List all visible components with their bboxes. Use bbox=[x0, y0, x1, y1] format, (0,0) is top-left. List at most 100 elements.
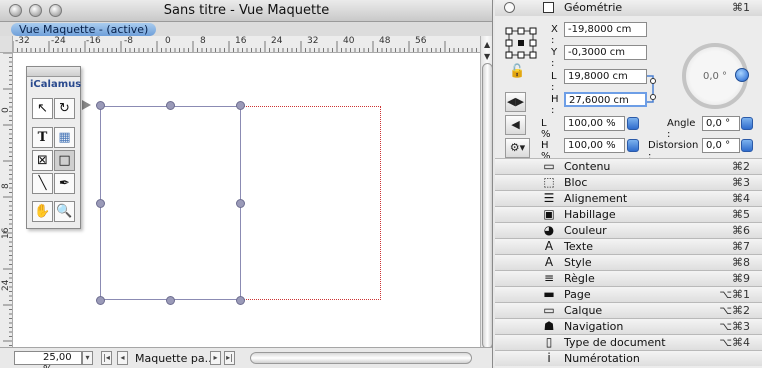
bottom-bar: 25,00 % ▾ |◂ ◂ Maquette pa... ▸ ▸| bbox=[0, 347, 492, 368]
section-page[interactable]: ▬ Page ⌥⌘1 bbox=[495, 286, 762, 302]
width-percent-popup[interactable] bbox=[627, 117, 639, 130]
selection-handle[interactable] bbox=[166, 296, 175, 305]
section-label: Type de document bbox=[564, 336, 666, 349]
section-calque[interactable]: ▭ Calque ⌥⌘2 bbox=[495, 302, 762, 318]
ruler-ticks bbox=[13, 41, 477, 52]
distortion-popup[interactable] bbox=[741, 139, 753, 152]
collapse-toggle-icon[interactable] bbox=[504, 2, 515, 13]
geometry-section-header[interactable]: Géométrie ⌘1 bbox=[495, 0, 762, 16]
width-field[interactable]: 19,8000 cm bbox=[564, 69, 647, 84]
section-label: Couleur bbox=[564, 224, 607, 237]
color-icon: ◕ bbox=[543, 223, 555, 237]
rotation-dial[interactable]: 0,0 ° bbox=[682, 43, 749, 109]
selection-handle[interactable] bbox=[236, 199, 245, 208]
width-percent-field[interactable]: 100,00 % bbox=[564, 116, 625, 131]
x-label: X : bbox=[551, 24, 558, 46]
image-icon[interactable]: ▦ bbox=[54, 127, 75, 148]
section-navigation[interactable]: ☗ Navigation ⌥⌘3 bbox=[495, 318, 762, 334]
section-bloc[interactable]: ⬚ Bloc ⌘3 bbox=[495, 174, 762, 190]
height-label: H : bbox=[551, 94, 559, 116]
line-icon[interactable]: ╲ bbox=[32, 173, 53, 194]
vertical-ruler[interactable]: 0 8 16 24 bbox=[0, 53, 13, 347]
section-label: Règle bbox=[564, 272, 595, 285]
selection-box bbox=[100, 106, 241, 300]
vertical-scroll-thumb[interactable] bbox=[482, 63, 492, 349]
title-bar[interactable]: Sans titre - Vue Maquette bbox=[0, 0, 492, 22]
flip-horizontal-button[interactable]: ◀▶ bbox=[505, 92, 526, 112]
selection-handle[interactable] bbox=[96, 296, 105, 305]
ruler-label: 16 bbox=[1, 227, 11, 239]
ruler-label: 24 bbox=[1, 279, 11, 291]
hand-icon[interactable]: ✋ bbox=[32, 201, 53, 222]
section-règle[interactable]: ≡ Règle ⌘9 bbox=[495, 270, 762, 286]
y-label: Y : bbox=[551, 47, 558, 69]
right-page[interactable] bbox=[240, 106, 381, 300]
section-numérotation[interactable]: i Numérotation bbox=[495, 350, 762, 366]
action-menu-button[interactable]: ⚙▾ bbox=[505, 138, 530, 158]
height-percent-popup[interactable] bbox=[627, 139, 639, 152]
height-percent-field[interactable]: 100,00 % bbox=[564, 138, 625, 153]
selection-handle[interactable] bbox=[166, 101, 175, 110]
section-alignement[interactable]: ☰ Alignement ⌘4 bbox=[495, 190, 762, 206]
first-page-button[interactable]: |◂ bbox=[101, 351, 112, 365]
scroll-up-icon[interactable]: ▲ bbox=[484, 40, 490, 49]
horizontal-scrollbar[interactable] bbox=[250, 352, 472, 364]
ruler-label: 8 bbox=[200, 36, 206, 46]
width-label: L : bbox=[551, 71, 557, 93]
selection-handle[interactable] bbox=[96, 199, 105, 208]
section-couleur[interactable]: ◕ Couleur ⌘6 bbox=[495, 222, 762, 238]
selection-handle[interactable] bbox=[236, 296, 245, 305]
section-label: Numérotation bbox=[564, 352, 640, 365]
selection-handle[interactable] bbox=[236, 101, 245, 110]
height-field[interactable]: 27,6000 cm bbox=[564, 92, 647, 107]
selection-handle[interactable] bbox=[96, 101, 105, 110]
section-type-de-document[interactable]: ▯ Type de document ⌥⌘4 bbox=[495, 334, 762, 350]
zoom-menu-button[interactable]: ▾ bbox=[82, 351, 93, 365]
rectangle-icon[interactable]: □ bbox=[54, 150, 75, 171]
section-contenu[interactable]: ▭ Contenu ⌘2 bbox=[495, 158, 762, 174]
proportion-link-icon[interactable] bbox=[647, 72, 657, 106]
frame-cross-icon[interactable]: ⊠ bbox=[32, 150, 53, 171]
page-marker-icon bbox=[82, 100, 91, 110]
last-page-button[interactable]: ▸| bbox=[224, 351, 235, 365]
rotation-knob[interactable] bbox=[735, 68, 749, 82]
layout-canvas[interactable] bbox=[14, 54, 480, 347]
content-icon: ▭ bbox=[543, 159, 555, 173]
angle-field[interactable]: 0,0 ° bbox=[702, 116, 740, 131]
angle-label: Angle : bbox=[667, 118, 696, 140]
pen-icon[interactable]: ✒ bbox=[54, 173, 75, 194]
style-icon: A bbox=[544, 255, 554, 269]
ruler-icon: ≡ bbox=[543, 271, 555, 285]
angle-popup[interactable] bbox=[741, 117, 753, 130]
view-tab-bar: Vue Maquette - (active) bbox=[0, 22, 492, 36]
text-icon[interactable]: T bbox=[32, 127, 53, 148]
numbering-icon: i bbox=[547, 351, 551, 365]
flip-vertical-button[interactable]: ◀ bbox=[505, 115, 526, 135]
section-texte[interactable]: A Texte ⌘7 bbox=[495, 238, 762, 254]
lock-icon[interactable]: 🔓 bbox=[509, 64, 525, 79]
next-page-button[interactable]: ▸ bbox=[210, 351, 221, 365]
vertical-scrollbar[interactable]: ▲ ▼ bbox=[480, 36, 492, 349]
magnifier-icon[interactable]: 🔍 bbox=[54, 201, 75, 222]
ruler-corner[interactable] bbox=[0, 36, 13, 53]
distortion-field[interactable]: 0,0 ° bbox=[702, 138, 740, 153]
section-label: Page bbox=[564, 288, 591, 301]
palette-grip[interactable] bbox=[27, 67, 80, 77]
section-habillage[interactable]: ▣ Habillage ⌘5 bbox=[495, 206, 762, 222]
horizontal-ruler[interactable]: -32 -24 -16 -8 0 8 16 24 32 40 48 56 bbox=[13, 36, 480, 53]
previous-page-button[interactable]: ◂ bbox=[117, 351, 128, 365]
ruler-ticks bbox=[3, 53, 12, 346]
section-style[interactable]: A Style ⌘8 bbox=[495, 254, 762, 270]
y-field[interactable]: -0,3000 cm bbox=[564, 45, 647, 60]
view-tab[interactable]: Vue Maquette - (active) bbox=[11, 23, 157, 36]
rotate-icon[interactable]: ↻ bbox=[54, 98, 75, 119]
x-field[interactable]: -19,8000 cm bbox=[564, 22, 647, 37]
reference-point-icon[interactable] bbox=[505, 27, 537, 59]
scroll-down-icon[interactable]: ▼ bbox=[484, 52, 490, 61]
ruler-label: -32 bbox=[15, 36, 30, 46]
zoom-field[interactable]: 25,00 % bbox=[14, 351, 82, 368]
ruler-label: 0 bbox=[165, 36, 171, 46]
arrow-icon[interactable]: ↖ bbox=[32, 98, 53, 119]
ruler-label: 56 bbox=[415, 36, 427, 46]
layout-window: Sans titre - Vue Maquette Vue Maquette -… bbox=[0, 0, 493, 368]
